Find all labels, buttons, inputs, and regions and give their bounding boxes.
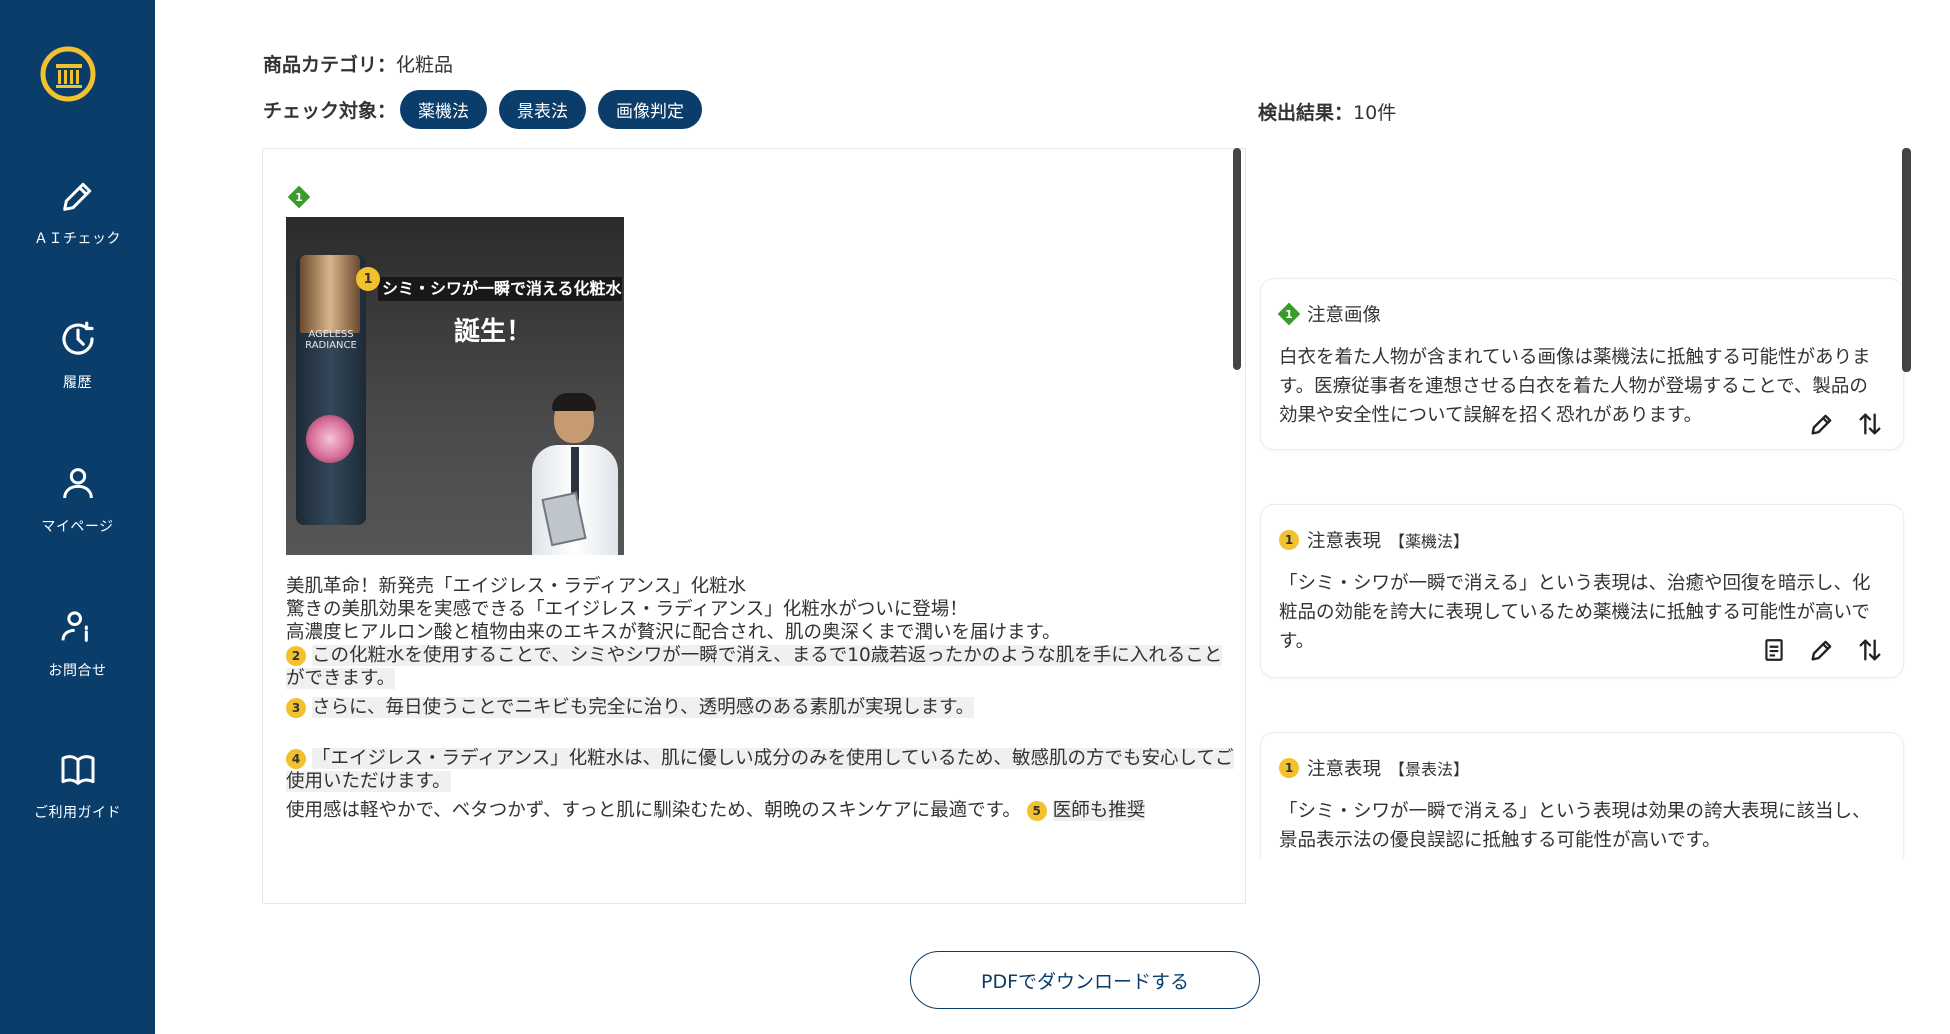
sidebar-item-label: マイページ [41, 519, 114, 535]
category-value: 化粧品 [396, 54, 454, 76]
flower-illustration [306, 415, 354, 463]
image-promo-big: 誕生！ [454, 317, 533, 347]
target-pill-image-check[interactable]: 画像判定 [598, 90, 703, 129]
category-label: 商品カテゴリ： [263, 54, 397, 76]
card-actions [1807, 409, 1885, 439]
doctor-figure [528, 393, 622, 555]
text-line: 美肌革命！新発売「エイジレス・ラディアンス」化粧水 [286, 576, 747, 597]
sidebar-item-contact[interactable]: お問合せ [0, 606, 155, 680]
results-count: 検出結果：10件 [1258, 98, 1396, 125]
document-scrollbar[interactable] [1233, 148, 1241, 370]
text-segment: 使用感は軽やかで、ベタつかず、すっと肌に馴染むため、朝晩のスキンケアに最適です。 [286, 800, 1021, 821]
target-pill-yakkiho[interactable]: 薬機法 [400, 90, 488, 129]
result-card[interactable]: 1 注意画像 白衣を着た人物が含まれている画像は薬機法に抵触する可能性があります… [1260, 278, 1904, 450]
bottle-cap [300, 255, 360, 333]
law-tag: 【薬機法】 [1389, 532, 1470, 551]
user-info-icon [61, 611, 88, 642]
issue-badge[interactable]: 2 [286, 646, 306, 666]
product-image: AGELESS RADIANCE シミ・シワが一瞬で消える化粧水 1 誕生！ [286, 217, 624, 555]
flagged-paragraph[interactable]: 使用感は軽やかで、ベタつかず、すっと肌に馴染むため、朝晩のスキンケアに最適です。… [286, 799, 1236, 822]
sidebar-item-label: ＡＩチェック [34, 231, 121, 247]
flagged-paragraph[interactable]: 3 さらに、毎日使うことでニキビも完全に治り、透明感のある素肌が実現します。 [286, 696, 1236, 719]
law-tag: 【景表法】 [1389, 760, 1470, 779]
issue-badge[interactable]: 3 [286, 698, 306, 718]
card-title: 注意表現 [1307, 759, 1382, 780]
image-marker[interactable]: 1 [289, 187, 309, 207]
card-header: 1 注意画像 [1279, 301, 1381, 327]
results-list: 1 注意画像 白衣を着た人物が含まれている画像は薬機法に抵触する可能性があります… [1258, 270, 1906, 858]
text-line: 驚きの美肌効果を実感できる「エイジレス・ラディアンス」化粧水がついに登場！ [286, 599, 968, 620]
check-targets: チェック対象： 薬機法 景表法 画像判定 [263, 90, 714, 129]
edit-icon[interactable] [1807, 409, 1837, 439]
book-icon [61, 755, 94, 785]
image-issue-badge[interactable]: 1 [356, 267, 380, 291]
text-line: 高濃度ヒアルロン酸と植物由来のエキスが贅沢に配合され、肌の奥深くまで潤いを届けま… [286, 622, 1061, 643]
pdf-download-button[interactable]: PDFでダウンロードする [910, 951, 1260, 1009]
issue-badge: 1 [1279, 758, 1299, 778]
issue-badge[interactable]: 4 [286, 749, 306, 769]
image-promo-line: シミ・シワが一瞬で消える化粧水 [378, 277, 622, 301]
sidebar-item-label: 履歴 [63, 375, 92, 391]
sidebar: ＡＩチェック 履歴 マイページ お問合せ ご利用ガイド [0, 0, 155, 1034]
targets-label: チェック対象： [263, 100, 397, 122]
results-value: 10件 [1353, 102, 1397, 124]
edit-icon[interactable] [1807, 635, 1837, 665]
card-header: 1 注意表現 【薬機法】 [1279, 527, 1469, 553]
image-marker: 1 [1279, 304, 1299, 324]
result-card[interactable]: 1 注意表現 【薬機法】 「シミ・シワが一瞬で消える」という表現は、治癒や回復を… [1260, 504, 1904, 678]
card-description: 「シミ・シワが一瞬で消える」という表現は効果の誇大表現に該当し、景品表示法の優良… [1279, 801, 1871, 851]
bottle-label: AGELESS RADIANCE [305, 329, 357, 351]
sidebar-item-ai-check[interactable]: ＡＩチェック [0, 176, 155, 248]
flagged-paragraph[interactable]: 4 「エイジレス・ラディアンス」化粧水は、肌に優しい成分のみを使用しているため、敏… [286, 747, 1236, 793]
pencil-icon [62, 182, 91, 211]
pillar-logo-icon[interactable] [40, 46, 96, 102]
document-icon[interactable] [1759, 635, 1789, 665]
result-card[interactable]: 1 注意表現 【景表法】 「シミ・シワが一瞬で消える」という表現は効果の誇大表現… [1260, 732, 1904, 858]
card-header: 1 注意表現 【景表法】 [1279, 755, 1469, 781]
flagged-paragraph[interactable]: 2 この化粧水を使用することで、シミやシワが一瞬で消え、まるで10歳若返ったかのよ… [286, 644, 1236, 690]
card-actions [1759, 635, 1885, 665]
results-label: 検出結果： [1258, 102, 1354, 124]
sidebar-item-label: ご利用ガイド [34, 805, 121, 821]
swap-icon[interactable] [1855, 409, 1885, 439]
ad-copy-text: 美肌革命！新発売「エイジレス・ラディアンス」化粧水 驚きの美肌効果を実感できる「… [286, 575, 1236, 822]
swap-icon[interactable] [1855, 635, 1885, 665]
clock-history-icon [61, 321, 94, 355]
issue-badge[interactable]: 5 [1026, 801, 1047, 821]
card-description: 白衣を着た人物が含まれている画像は薬機法に抵触する可能性があります。医療従事者を… [1279, 347, 1871, 426]
sidebar-item-mypage[interactable]: マイページ [0, 462, 155, 536]
user-icon [62, 468, 93, 499]
category-line: 商品カテゴリ：化粧品 [263, 50, 453, 77]
sidebar-item-guide[interactable]: ご利用ガイド [0, 750, 155, 822]
card-title: 注意表現 [1307, 531, 1382, 552]
document-panel: 1 AGELESS RADIANCE シミ・シワが一瞬で消える化粧水 1 誕生！… [262, 148, 1246, 904]
results-scrollbar[interactable] [1902, 148, 1911, 372]
target-pill-keihyoho[interactable]: 景表法 [499, 90, 587, 129]
issue-badge: 1 [1279, 530, 1299, 550]
card-title: 注意画像 [1307, 305, 1382, 326]
sidebar-item-label: お問合せ [48, 663, 107, 679]
sidebar-item-history[interactable]: 履歴 [0, 318, 155, 392]
